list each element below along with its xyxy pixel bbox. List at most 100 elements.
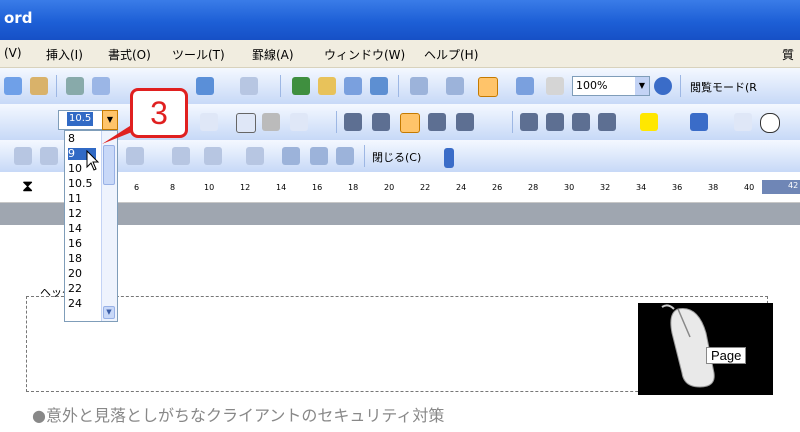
align-right-icon[interactable] <box>400 113 420 133</box>
separator <box>398 75 399 97</box>
ruler-tick: 38 <box>708 183 719 192</box>
font-size-option[interactable]: 22 <box>68 283 82 295</box>
font-size-option[interactable]: 14 <box>68 223 82 235</box>
font-size-option[interactable]: 10 <box>68 163 82 175</box>
font-size-option[interactable]: 8 <box>68 133 75 145</box>
ruler-tick: 22 <box>420 183 431 192</box>
close-header-button[interactable]: 閉じる(C) <box>372 149 421 165</box>
ruler-tick: 32 <box>600 183 611 192</box>
hyperlink-icon[interactable] <box>292 77 310 95</box>
drawing-icon[interactable] <box>446 77 464 95</box>
ruler-tick: 40 <box>744 183 755 192</box>
read-mode-button[interactable]: 閲覧モード(R <box>690 79 757 95</box>
show-hide-icon[interactable] <box>516 77 534 95</box>
ruler-tick: 6 <box>134 183 140 192</box>
distribute-icon[interactable] <box>428 113 446 131</box>
menu-format[interactable]: 書式(O) <box>108 46 151 63</box>
zoom-value: 100% <box>576 79 608 92</box>
caption-text: ●意外と見落としがちなクライアントのセキュリティ対策 <box>32 406 445 425</box>
separator <box>364 145 365 167</box>
ruler-tick: 8 <box>170 183 176 192</box>
scrollbar-thumb[interactable] <box>103 145 115 185</box>
font-size-value[interactable]: 10.5 <box>67 112 94 126</box>
page-number-icon[interactable] <box>14 147 32 165</box>
ruler-tick: 26 <box>492 183 503 192</box>
standard-toolbar: 100% ▼ 閲覧モード(R <box>0 68 800 105</box>
hourglass-icon: ⧗ <box>22 176 34 195</box>
font-size-option[interactable]: 20 <box>68 268 82 280</box>
char-shading-icon[interactable] <box>262 113 280 131</box>
ruler-tick: 42 <box>788 181 799 190</box>
redo-icon[interactable] <box>240 77 258 95</box>
font-size-option[interactable]: 11 <box>68 193 82 205</box>
menu-help[interactable]: ヘルプ(H) <box>424 46 478 63</box>
insert-table-icon[interactable] <box>344 77 362 95</box>
show-text-icon[interactable] <box>204 147 222 165</box>
undo-icon[interactable] <box>196 77 214 95</box>
spelling-icon[interactable] <box>4 77 22 95</box>
phonetic-guide-icon[interactable] <box>734 113 752 131</box>
zoom-combo[interactable]: 100% ▼ <box>572 76 650 96</box>
separator <box>512 111 513 133</box>
menu-tools[interactable]: ツール(T) <box>172 46 225 63</box>
paragraph-mark-icon[interactable] <box>546 77 564 95</box>
align-justify-icon[interactable] <box>344 113 362 131</box>
page-setup-icon[interactable] <box>172 147 190 165</box>
show-next-icon[interactable] <box>336 147 354 165</box>
switch-header-footer-icon[interactable] <box>282 147 300 165</box>
step-number: 3 <box>150 95 168 131</box>
caption-bar: ●意外と見落としがちなクライアントのセキュリティ対策 <box>0 400 800 432</box>
chevron-down-icon[interactable]: ▼ <box>635 77 649 95</box>
tables-borders-icon[interactable] <box>318 77 336 95</box>
menu-table[interactable]: 罫線(A) <box>252 46 294 63</box>
menu-view[interactable]: (V) <box>4 46 22 60</box>
dropdown-scrollbar[interactable]: ▼ <box>101 131 117 321</box>
underline-icon[interactable] <box>200 113 218 131</box>
numbering-icon[interactable] <box>520 113 538 131</box>
menu-window[interactable]: ウィンドウ(W) <box>324 46 405 63</box>
enclose-char-icon[interactable] <box>760 113 780 133</box>
copy-icon[interactable] <box>92 77 110 95</box>
font-size-option[interactable]: 18 <box>68 253 82 265</box>
bullets-icon[interactable] <box>546 113 564 131</box>
page-count-icon[interactable] <box>40 147 58 165</box>
help-icon[interactable] <box>654 77 672 95</box>
ruler-margin: 42 <box>762 180 800 194</box>
line-spacing-icon[interactable] <box>456 113 474 131</box>
highlight-icon[interactable] <box>640 113 658 131</box>
decrease-indent-icon[interactable] <box>572 113 590 131</box>
font-size-option[interactable]: 10.5 <box>68 178 93 190</box>
font-size-option[interactable]: 16 <box>68 238 82 250</box>
align-center-icon[interactable] <box>372 113 390 131</box>
separator <box>56 75 57 97</box>
document-map-icon[interactable] <box>478 77 498 97</box>
scroll-down-icon[interactable]: ▼ <box>103 306 115 319</box>
font-color-icon[interactable] <box>690 113 708 131</box>
menu-insert[interactable]: 挿入(I) <box>46 46 83 63</box>
page-field: Page <box>706 347 747 364</box>
ruler-tick: 30 <box>564 183 575 192</box>
columns-icon[interactable] <box>410 77 428 95</box>
ruler-tick: 16 <box>312 183 323 192</box>
date-icon[interactable] <box>126 147 144 165</box>
show-previous-icon[interactable] <box>310 147 328 165</box>
cut-icon[interactable] <box>66 77 84 95</box>
cursor-icon <box>86 150 100 171</box>
insert-excel-icon[interactable] <box>370 77 388 95</box>
char-scale-icon[interactable] <box>290 113 308 131</box>
toolbar-options-icon[interactable] <box>444 148 454 168</box>
ruler-tick: 28 <box>528 183 539 192</box>
font-size-option[interactable]: 24 <box>68 298 82 310</box>
horizontal-ruler[interactable]: ⧗ 6 8 10 12 14 16 18 20 22 24 26 28 30 3… <box>0 172 800 203</box>
menu-bar: (V) 挿入(I) 書式(O) ツール(T) 罫線(A) ウィンドウ(W) ヘル… <box>0 40 800 68</box>
help-question-box[interactable]: 質 <box>782 46 794 63</box>
ruler-tick: 12 <box>240 183 251 192</box>
char-border-icon[interactable] <box>236 113 256 133</box>
ruler-tick: 36 <box>672 183 683 192</box>
increase-indent-icon[interactable] <box>598 113 616 131</box>
title-bar: ord <box>0 0 800 40</box>
ruler-tick: 10 <box>204 183 215 192</box>
font-size-option[interactable]: 12 <box>68 208 82 220</box>
link-previous-icon[interactable] <box>246 147 264 165</box>
research-icon[interactable] <box>30 77 48 95</box>
